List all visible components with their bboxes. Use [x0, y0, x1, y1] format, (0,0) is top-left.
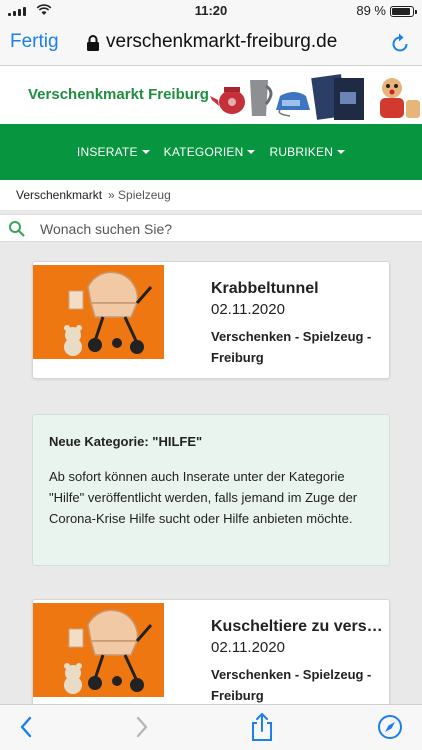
battery-percent: 89 % — [356, 3, 386, 18]
breadcrumb-current: » Spielzeug — [108, 188, 171, 202]
listing-card[interactable]: Kuscheltiere zu vers… 02.11.2020 Versche… — [32, 599, 390, 717]
listing-date: 02.11.2020 — [211, 639, 285, 656]
listing-thumbnail[interactable] — [33, 603, 164, 697]
lock-icon — [87, 35, 99, 51]
main-nav: INSERATE KATEGORIEN RUBRIKEN — [0, 124, 422, 180]
nav-rubriken[interactable]: RUBRIKEN — [269, 145, 346, 159]
status-bar: 11:20 89 % — [0, 0, 422, 22]
stroller-icon — [64, 271, 153, 356]
nav-rubriken-label: RUBRIKEN — [269, 145, 334, 159]
forward-icon[interactable] — [134, 715, 150, 739]
listing-title[interactable]: Krabbeltunnel — [211, 280, 319, 298]
search-bar — [0, 214, 422, 242]
reload-icon[interactable] — [390, 32, 410, 54]
nav-inserate[interactable]: INSERATE — [77, 145, 150, 159]
battery-icon — [390, 6, 417, 17]
site-logo[interactable]: Verschenkmarkt Freiburg — [28, 86, 209, 103]
listing-category: Verschenken - Spielzeug - Freiburg — [211, 329, 372, 365]
notice-title: Neue Kategorie: "HILFE" — [49, 434, 203, 449]
listing-thumbnail[interactable] — [33, 265, 164, 359]
share-icon[interactable] — [251, 712, 273, 742]
done-button[interactable]: Fertig — [10, 31, 59, 53]
breadcrumb: Verschenkmarkt » Spielzeug — [0, 180, 422, 210]
stroller-icon — [64, 609, 153, 694]
browser-toolbar — [0, 704, 422, 750]
caret-down-icon — [247, 150, 256, 154]
listing-title[interactable]: Kuscheltiere zu vers… — [211, 618, 383, 636]
compass-icon[interactable] — [377, 714, 403, 740]
site-header: Verschenkmarkt Freiburg — [0, 66, 422, 124]
back-icon[interactable] — [18, 715, 34, 739]
listing-card[interactable]: Krabbeltunnel 02.11.2020 Verschenken - S… — [32, 261, 390, 379]
listing-category: Verschenken - Spielzeug - Freiburg — [211, 667, 372, 703]
nav-kategorien-label: KATEGORIEN — [163, 145, 244, 159]
nav-inserate-label: INSERATE — [76, 145, 138, 159]
browser-url-bar: Fertig verschenkmarkt-freiburg.de — [0, 22, 422, 66]
caret-down-icon — [337, 150, 346, 154]
notice-text: Ab sofort können auch Inserate unter der… — [49, 469, 358, 526]
search-input[interactable] — [40, 217, 410, 241]
nav-kategorien[interactable]: KATEGORIEN — [164, 145, 256, 159]
breadcrumb-home-link[interactable]: Verschenkmarkt — [16, 188, 102, 202]
notice-box: Neue Kategorie: "HILFE" Ab sofort können… — [32, 414, 390, 566]
caret-down-icon — [141, 150, 150, 154]
listing-date: 02.11.2020 — [211, 301, 285, 318]
search-icon — [9, 221, 25, 237]
url-text[interactable]: verschenkmarkt-freiburg.de — [106, 31, 337, 53]
header-banner-image — [210, 74, 420, 120]
